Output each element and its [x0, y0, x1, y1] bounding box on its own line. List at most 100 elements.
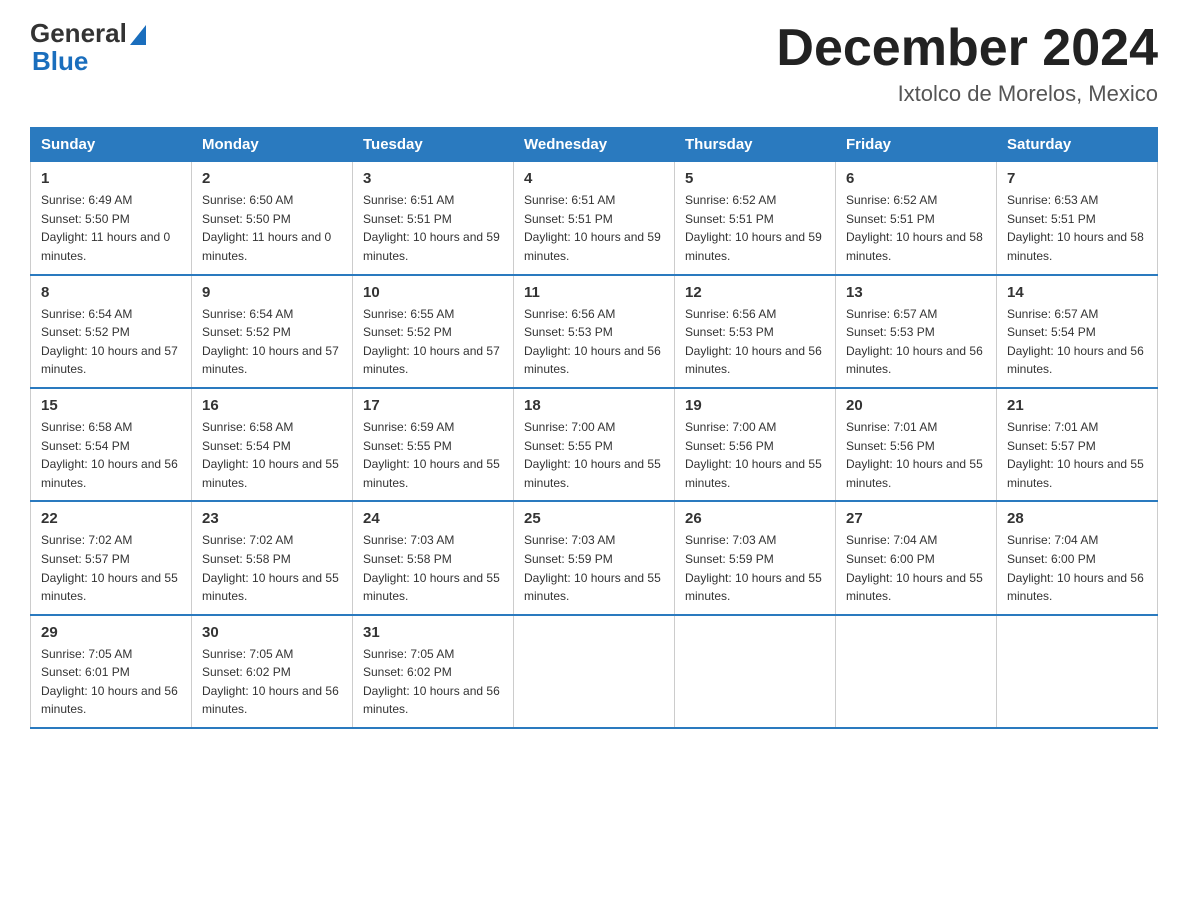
day-info: Sunrise: 7:03 AM Sunset: 5:58 PM Dayligh…	[363, 531, 503, 605]
week-row-4: 22 Sunrise: 7:02 AM Sunset: 5:57 PM Dayl…	[31, 501, 1158, 614]
day-cell: 31 Sunrise: 7:05 AM Sunset: 6:02 PM Dayl…	[353, 615, 514, 728]
day-info: Sunrise: 6:54 AM Sunset: 5:52 PM Dayligh…	[202, 305, 342, 379]
col-header-wednesday: Wednesday	[514, 128, 675, 162]
day-info: Sunrise: 6:54 AM Sunset: 5:52 PM Dayligh…	[41, 305, 181, 379]
day-number: 19	[685, 397, 825, 414]
col-header-friday: Friday	[836, 128, 997, 162]
logo-general-text: General	[30, 20, 127, 46]
day-cell: 1 Sunrise: 6:49 AM Sunset: 5:50 PM Dayli…	[31, 162, 192, 275]
day-info: Sunrise: 7:01 AM Sunset: 5:57 PM Dayligh…	[1007, 418, 1147, 492]
day-number: 9	[202, 284, 342, 301]
day-number: 11	[524, 284, 664, 301]
day-number: 13	[846, 284, 986, 301]
day-cell: 27 Sunrise: 7:04 AM Sunset: 6:00 PM Dayl…	[836, 501, 997, 614]
day-info: Sunrise: 6:52 AM Sunset: 5:51 PM Dayligh…	[685, 191, 825, 265]
day-number: 23	[202, 510, 342, 527]
day-number: 12	[685, 284, 825, 301]
day-number: 8	[41, 284, 181, 301]
day-cell: 29 Sunrise: 7:05 AM Sunset: 6:01 PM Dayl…	[31, 615, 192, 728]
day-cell: 10 Sunrise: 6:55 AM Sunset: 5:52 PM Dayl…	[353, 275, 514, 388]
day-info: Sunrise: 6:59 AM Sunset: 5:55 PM Dayligh…	[363, 418, 503, 492]
day-info: Sunrise: 6:56 AM Sunset: 5:53 PM Dayligh…	[524, 305, 664, 379]
day-cell: 22 Sunrise: 7:02 AM Sunset: 5:57 PM Dayl…	[31, 501, 192, 614]
day-cell: 16 Sunrise: 6:58 AM Sunset: 5:54 PM Dayl…	[192, 388, 353, 501]
day-info: Sunrise: 6:57 AM Sunset: 5:54 PM Dayligh…	[1007, 305, 1147, 379]
day-info: Sunrise: 6:51 AM Sunset: 5:51 PM Dayligh…	[524, 191, 664, 265]
day-number: 30	[202, 624, 342, 641]
col-header-monday: Monday	[192, 128, 353, 162]
day-info: Sunrise: 6:58 AM Sunset: 5:54 PM Dayligh…	[41, 418, 181, 492]
week-row-5: 29 Sunrise: 7:05 AM Sunset: 6:01 PM Dayl…	[31, 615, 1158, 728]
day-cell	[836, 615, 997, 728]
day-cell: 12 Sunrise: 6:56 AM Sunset: 5:53 PM Dayl…	[675, 275, 836, 388]
day-number: 31	[363, 624, 503, 641]
day-cell: 19 Sunrise: 7:00 AM Sunset: 5:56 PM Dayl…	[675, 388, 836, 501]
day-cell: 3 Sunrise: 6:51 AM Sunset: 5:51 PM Dayli…	[353, 162, 514, 275]
day-number: 15	[41, 397, 181, 414]
day-number: 24	[363, 510, 503, 527]
day-info: Sunrise: 7:05 AM Sunset: 6:02 PM Dayligh…	[363, 645, 503, 719]
logo-blue-text: Blue	[32, 46, 146, 77]
day-cell: 5 Sunrise: 6:52 AM Sunset: 5:51 PM Dayli…	[675, 162, 836, 275]
day-cell: 18 Sunrise: 7:00 AM Sunset: 5:55 PM Dayl…	[514, 388, 675, 501]
day-cell: 20 Sunrise: 7:01 AM Sunset: 5:56 PM Dayl…	[836, 388, 997, 501]
day-number: 3	[363, 170, 503, 187]
day-info: Sunrise: 6:56 AM Sunset: 5:53 PM Dayligh…	[685, 305, 825, 379]
day-info: Sunrise: 6:49 AM Sunset: 5:50 PM Dayligh…	[41, 191, 181, 265]
day-cell: 6 Sunrise: 6:52 AM Sunset: 5:51 PM Dayli…	[836, 162, 997, 275]
day-number: 20	[846, 397, 986, 414]
day-cell	[997, 615, 1158, 728]
day-info: Sunrise: 7:04 AM Sunset: 6:00 PM Dayligh…	[1007, 531, 1147, 605]
day-info: Sunrise: 6:51 AM Sunset: 5:51 PM Dayligh…	[363, 191, 503, 265]
day-number: 25	[524, 510, 664, 527]
day-cell: 26 Sunrise: 7:03 AM Sunset: 5:59 PM Dayl…	[675, 501, 836, 614]
day-info: Sunrise: 7:02 AM Sunset: 5:57 PM Dayligh…	[41, 531, 181, 605]
day-info: Sunrise: 7:01 AM Sunset: 5:56 PM Dayligh…	[846, 418, 986, 492]
day-cell: 28 Sunrise: 7:04 AM Sunset: 6:00 PM Dayl…	[997, 501, 1158, 614]
day-number: 21	[1007, 397, 1147, 414]
day-number: 27	[846, 510, 986, 527]
day-cell: 17 Sunrise: 6:59 AM Sunset: 5:55 PM Dayl…	[353, 388, 514, 501]
day-number: 6	[846, 170, 986, 187]
day-number: 2	[202, 170, 342, 187]
location-text: Ixtolco de Morelos, Mexico	[776, 81, 1158, 107]
day-info: Sunrise: 6:50 AM Sunset: 5:50 PM Dayligh…	[202, 191, 342, 265]
week-row-3: 15 Sunrise: 6:58 AM Sunset: 5:54 PM Dayl…	[31, 388, 1158, 501]
logo: General Blue	[30, 20, 146, 77]
day-number: 1	[41, 170, 181, 187]
day-number: 5	[685, 170, 825, 187]
day-cell	[514, 615, 675, 728]
day-info: Sunrise: 6:57 AM Sunset: 5:53 PM Dayligh…	[846, 305, 986, 379]
week-row-2: 8 Sunrise: 6:54 AM Sunset: 5:52 PM Dayli…	[31, 275, 1158, 388]
day-cell: 9 Sunrise: 6:54 AM Sunset: 5:52 PM Dayli…	[192, 275, 353, 388]
day-number: 10	[363, 284, 503, 301]
col-header-thursday: Thursday	[675, 128, 836, 162]
day-cell: 25 Sunrise: 7:03 AM Sunset: 5:59 PM Dayl…	[514, 501, 675, 614]
day-number: 17	[363, 397, 503, 414]
page-header: General Blue December 2024 Ixtolco de Mo…	[30, 20, 1158, 107]
day-cell: 15 Sunrise: 6:58 AM Sunset: 5:54 PM Dayl…	[31, 388, 192, 501]
col-header-saturday: Saturday	[997, 128, 1158, 162]
day-info: Sunrise: 6:53 AM Sunset: 5:51 PM Dayligh…	[1007, 191, 1147, 265]
day-info: Sunrise: 7:04 AM Sunset: 6:00 PM Dayligh…	[846, 531, 986, 605]
day-number: 18	[524, 397, 664, 414]
day-info: Sunrise: 6:52 AM Sunset: 5:51 PM Dayligh…	[846, 191, 986, 265]
day-cell: 11 Sunrise: 6:56 AM Sunset: 5:53 PM Dayl…	[514, 275, 675, 388]
day-number: 14	[1007, 284, 1147, 301]
day-cell: 14 Sunrise: 6:57 AM Sunset: 5:54 PM Dayl…	[997, 275, 1158, 388]
day-number: 26	[685, 510, 825, 527]
day-cell: 21 Sunrise: 7:01 AM Sunset: 5:57 PM Dayl…	[997, 388, 1158, 501]
day-cell	[675, 615, 836, 728]
day-info: Sunrise: 7:05 AM Sunset: 6:01 PM Dayligh…	[41, 645, 181, 719]
day-number: 4	[524, 170, 664, 187]
day-cell: 24 Sunrise: 7:03 AM Sunset: 5:58 PM Dayl…	[353, 501, 514, 614]
day-number: 28	[1007, 510, 1147, 527]
title-block: December 2024 Ixtolco de Morelos, Mexico	[776, 20, 1158, 107]
day-info: Sunrise: 7:00 AM Sunset: 5:55 PM Dayligh…	[524, 418, 664, 492]
col-header-tuesday: Tuesday	[353, 128, 514, 162]
day-cell: 4 Sunrise: 6:51 AM Sunset: 5:51 PM Dayli…	[514, 162, 675, 275]
day-info: Sunrise: 7:00 AM Sunset: 5:56 PM Dayligh…	[685, 418, 825, 492]
day-number: 16	[202, 397, 342, 414]
week-row-1: 1 Sunrise: 6:49 AM Sunset: 5:50 PM Dayli…	[31, 162, 1158, 275]
day-number: 22	[41, 510, 181, 527]
